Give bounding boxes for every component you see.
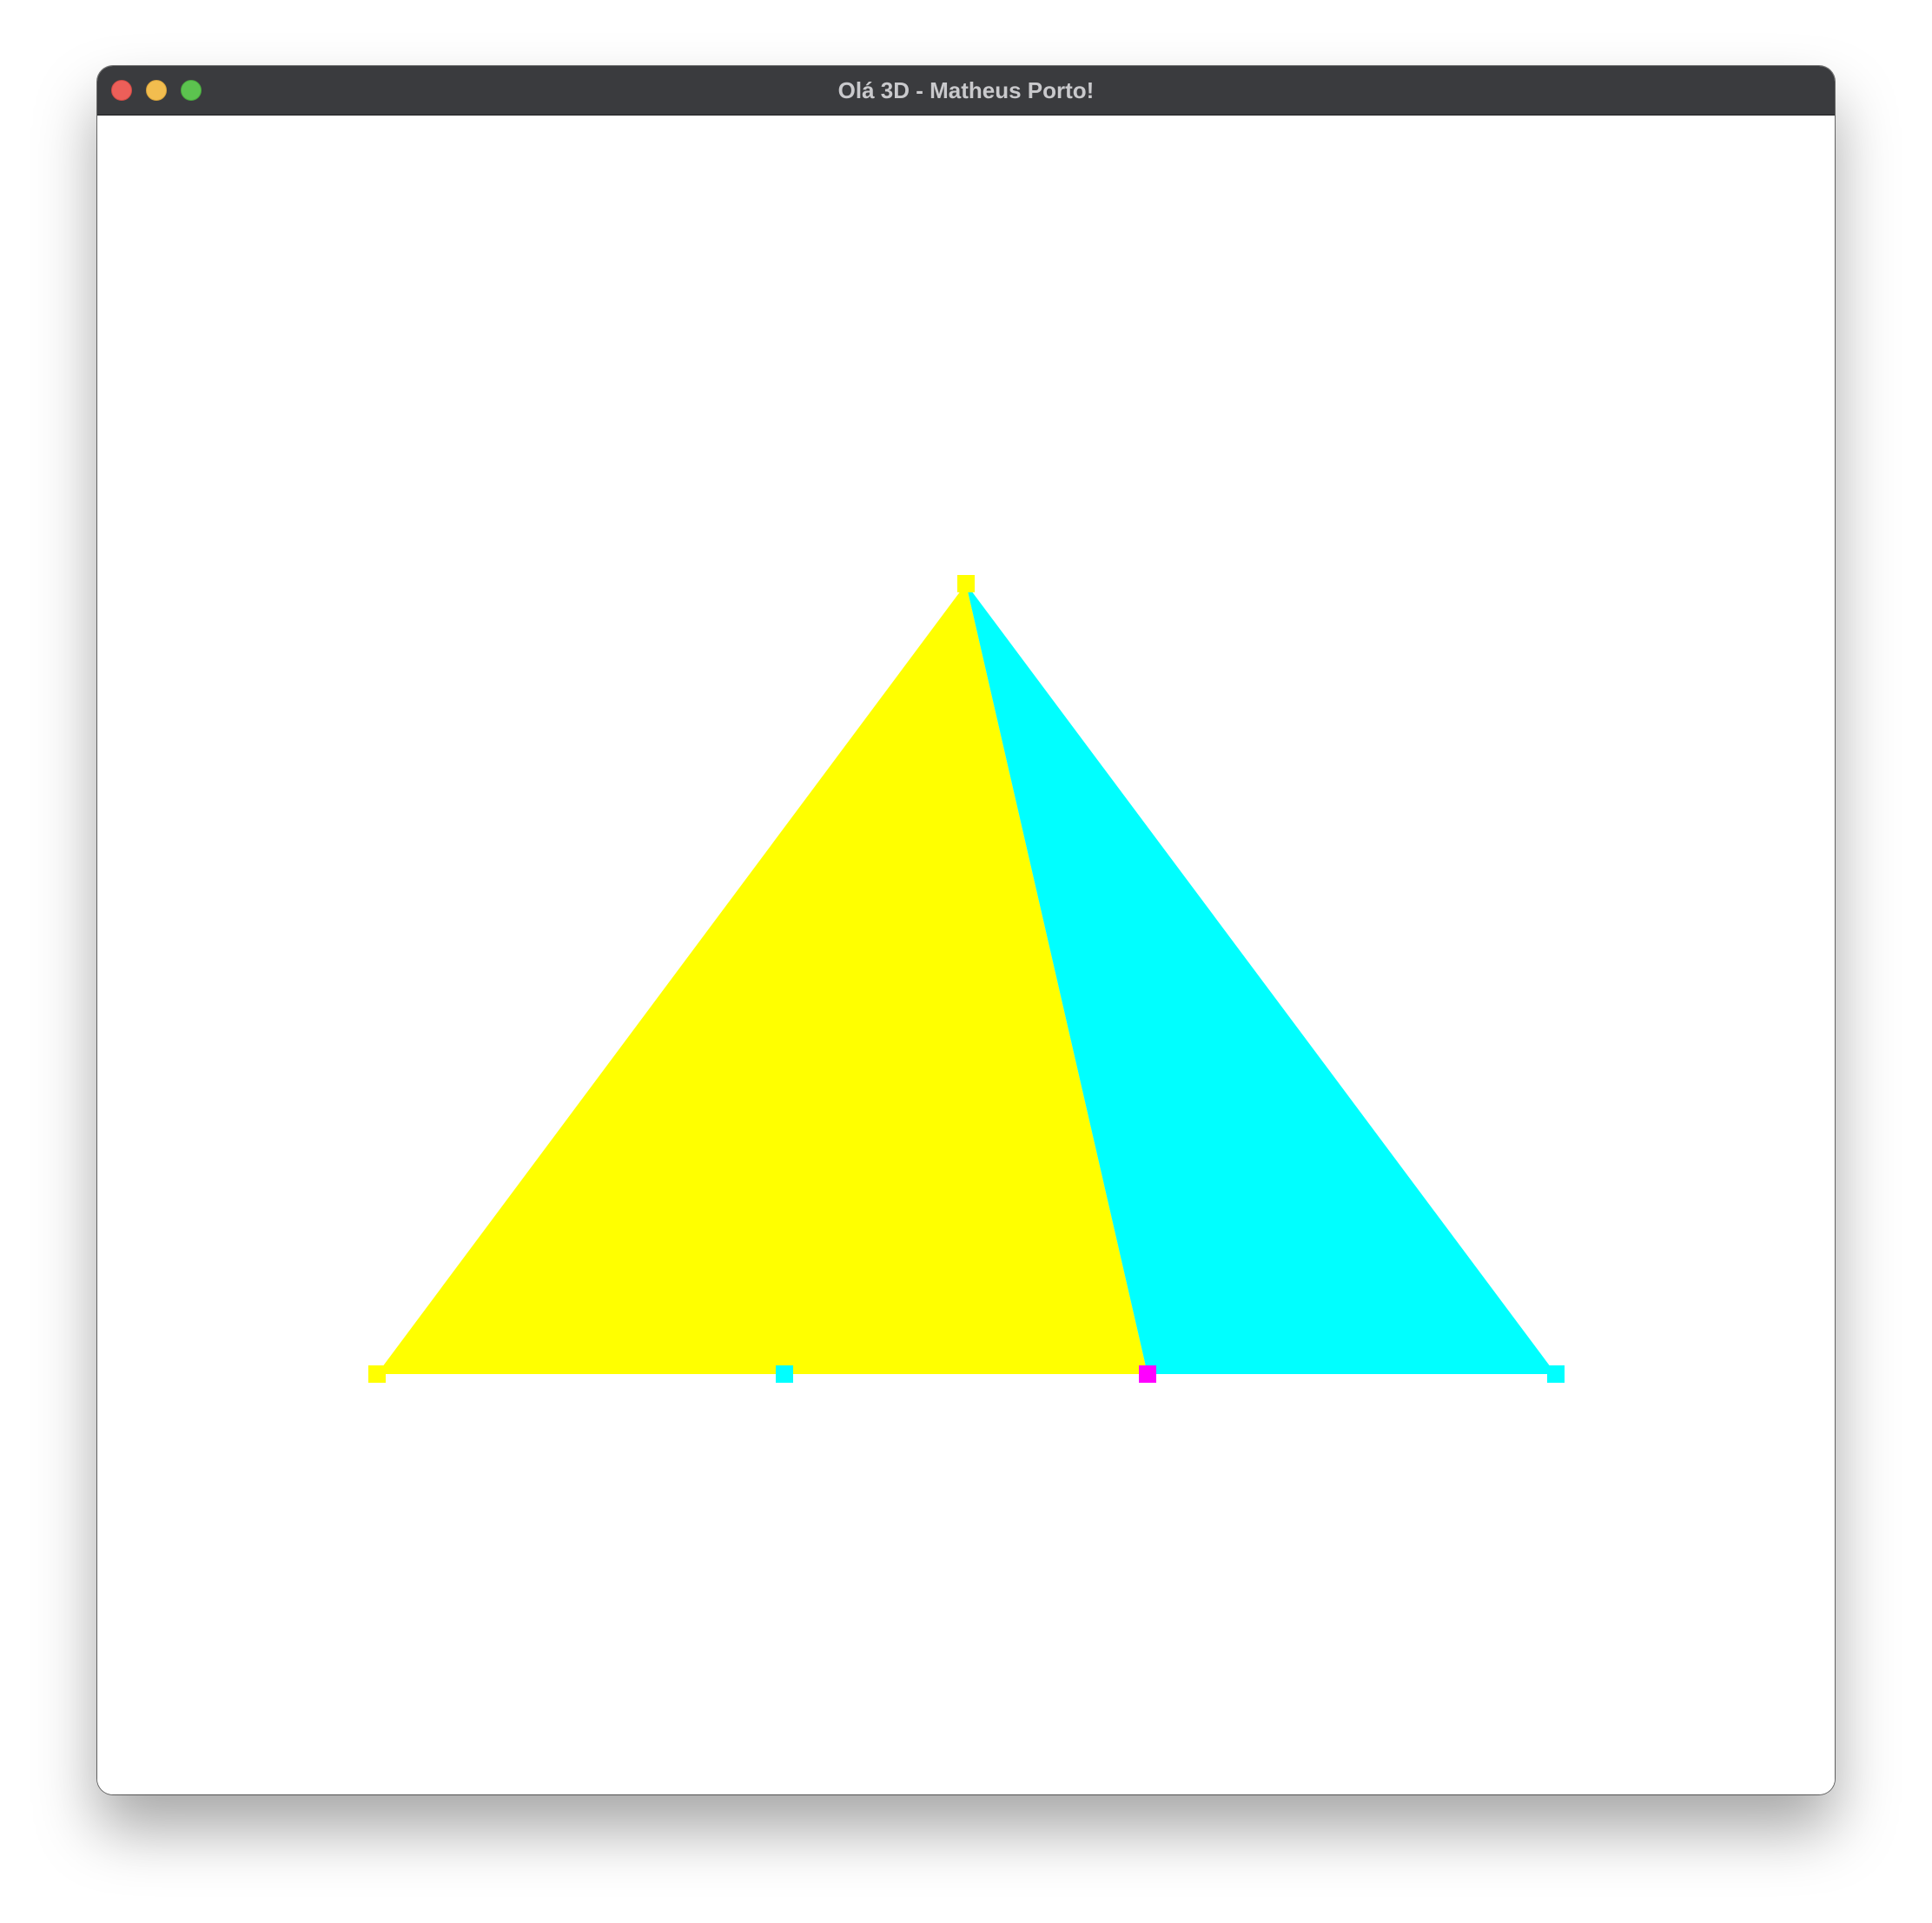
- app-window: Olá 3D - Matheus Porto!: [97, 66, 1835, 1794]
- bottom-left-vertex: [368, 1365, 386, 1383]
- window-title: Olá 3D - Matheus Porto!: [837, 77, 1095, 103]
- bottom-split-vertex: [1139, 1365, 1156, 1383]
- apex-vertex: [957, 575, 975, 592]
- bottom-right-vertex: [1547, 1365, 1565, 1383]
- bottom-mid-left-vertex: [776, 1365, 793, 1383]
- title-bar[interactable]: Olá 3D - Matheus Porto!: [97, 66, 1835, 116]
- render-canvas[interactable]: [97, 116, 1835, 1794]
- scene-svg: [368, 575, 1565, 1383]
- desktop: Olá 3D - Matheus Porto!: [0, 0, 1932, 1923]
